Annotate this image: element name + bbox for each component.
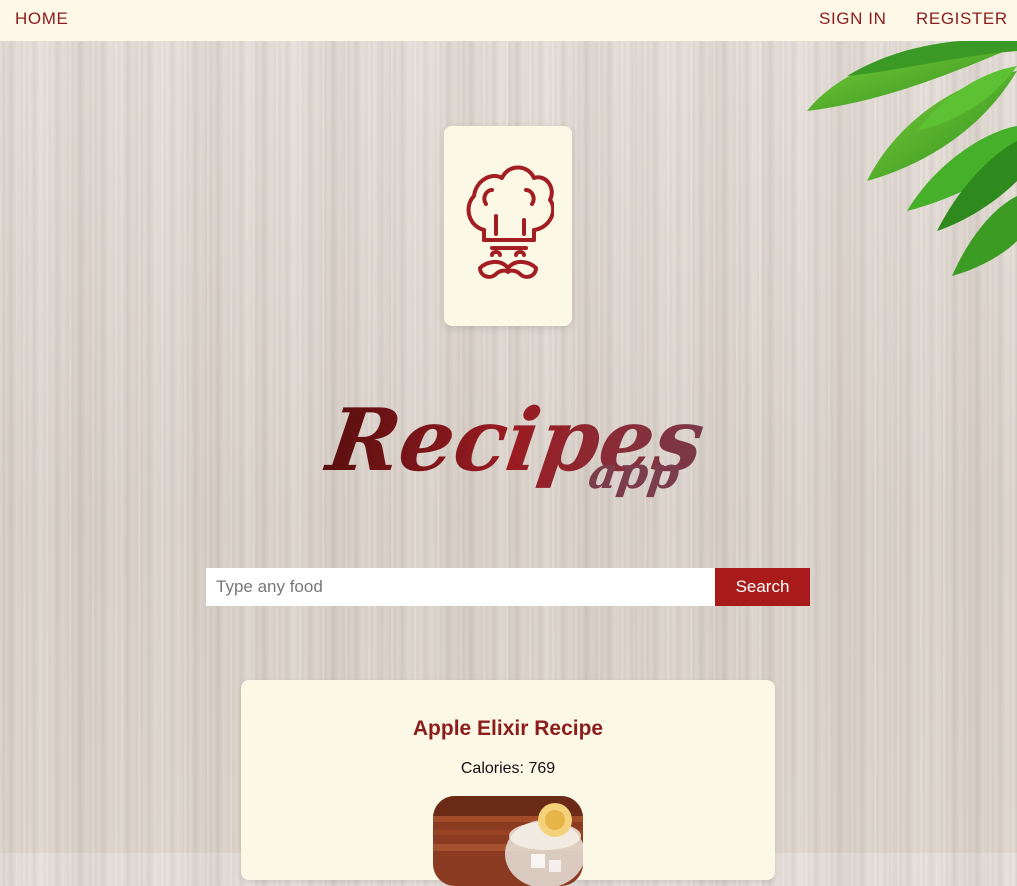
app-title-sub: app [585, 447, 682, 499]
recipe-calories: Calories: 769 [460, 760, 556, 777]
app-title-logo: Recipes app [320, 390, 710, 499]
nav-home-link[interactable]: HOME [15, 9, 68, 29]
chef-hat-mustache-icon [466, 165, 554, 279]
search-input[interactable] [206, 568, 715, 606]
decorative-leaves-image [807, 41, 1017, 276]
nav-sign-in-link[interactable]: SIGN IN [819, 9, 887, 29]
top-navbar: HOME SIGN IN REGISTER [0, 0, 1017, 41]
recipe-title: Apple Elixir Recipe [412, 717, 604, 740]
app-logo-card [444, 126, 572, 326]
recipe-image[interactable] [433, 796, 583, 886]
nav-register-link[interactable]: REGISTER [916, 9, 1008, 29]
search-button[interactable]: Search [715, 568, 810, 606]
recipe-card[interactable]: Apple Elixir Recipe Calories: 769 [241, 680, 775, 886]
